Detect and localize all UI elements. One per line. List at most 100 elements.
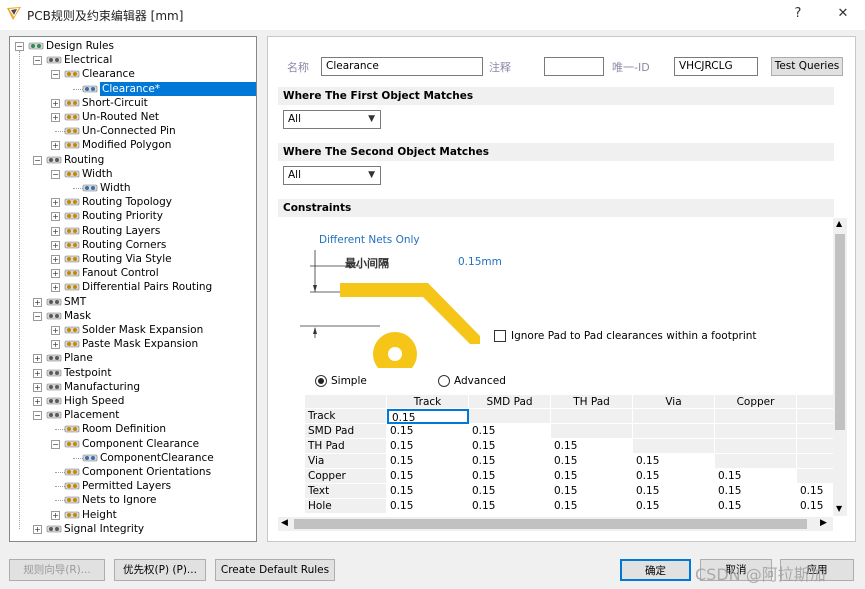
test-queries-button[interactable]: Test Queries bbox=[771, 57, 843, 76]
tree-item[interactable]: Un-Connected Pin bbox=[10, 124, 256, 138]
scroll-left-icon[interactable]: ◀ bbox=[281, 518, 288, 528]
expand-icon[interactable]: + bbox=[51, 212, 60, 222]
tree-item[interactable]: − Routing bbox=[10, 153, 256, 167]
matrix-cell[interactable]: 0.15 bbox=[387, 439, 469, 454]
tree-item[interactable]: − Mask bbox=[10, 309, 256, 323]
scroll-right-icon[interactable]: ▶ bbox=[820, 518, 827, 528]
matrix-cell[interactable]: 0.15 bbox=[633, 469, 715, 484]
matrix-cell[interactable]: 0.15 bbox=[469, 424, 551, 439]
vertical-scroll-thumb[interactable] bbox=[835, 234, 845, 430]
constraints-vertical-scrollbar[interactable]: ▲ ▼ bbox=[833, 218, 847, 516]
tree-item[interactable]: + Plane bbox=[10, 351, 256, 365]
horizontal-scroll-thumb[interactable] bbox=[294, 519, 807, 529]
collapse-icon[interactable]: − bbox=[33, 155, 42, 165]
tree-item[interactable]: + Routing Priority bbox=[10, 209, 256, 223]
second-object-combo[interactable]: All ▼ bbox=[283, 166, 381, 185]
collapse-icon[interactable]: − bbox=[51, 169, 60, 179]
tree-item[interactable]: − Width bbox=[10, 167, 256, 181]
matrix-cell[interactable]: 0.15 bbox=[797, 499, 833, 514]
collapse-icon[interactable]: − bbox=[33, 311, 42, 321]
tree-item[interactable]: − Component Clearance bbox=[10, 437, 256, 451]
expand-icon[interactable]: + bbox=[51, 226, 60, 236]
expand-icon[interactable]: + bbox=[51, 269, 60, 279]
name-field[interactable]: Clearance bbox=[321, 57, 483, 76]
tree-item[interactable]: + Routing Corners bbox=[10, 238, 256, 252]
ignore-pad-checkbox[interactable] bbox=[494, 330, 506, 342]
scroll-down-icon[interactable]: ▼ bbox=[836, 504, 842, 513]
expand-icon[interactable]: + bbox=[51, 240, 60, 250]
rules-tree[interactable]: − Design Rules − Electrical − Clearance Cleara… bbox=[9, 36, 257, 542]
collapse-icon[interactable]: − bbox=[51, 70, 60, 80]
tree-item[interactable]: − Electrical bbox=[10, 53, 256, 67]
collapse-icon[interactable]: − bbox=[33, 411, 42, 421]
matrix-cell[interactable]: 0.15 bbox=[797, 484, 833, 499]
matrix-cell[interactable]: 0.15 bbox=[551, 469, 633, 484]
matrix-cell[interactable]: 0.15 bbox=[633, 499, 715, 514]
expand-icon[interactable]: + bbox=[51, 340, 60, 350]
expand-icon[interactable]: + bbox=[51, 141, 60, 151]
expand-icon[interactable]: + bbox=[51, 113, 60, 122]
simple-label[interactable]: Simple bbox=[331, 375, 367, 387]
tree-item[interactable]: + Routing Via Style bbox=[10, 252, 256, 266]
expand-icon[interactable]: + bbox=[33, 354, 42, 364]
ok-button[interactable]: 确定 bbox=[620, 559, 691, 581]
tree-item[interactable]: + Testpoint bbox=[10, 366, 256, 380]
matrix-cell[interactable]: 0.15 bbox=[469, 439, 551, 454]
matrix-cell[interactable]: 0.15 bbox=[469, 499, 551, 514]
scroll-up-icon[interactable]: ▲ bbox=[836, 219, 842, 228]
matrix-cell[interactable]: 0.15 bbox=[387, 499, 469, 514]
ignore-pad-label[interactable]: Ignore Pad to Pad clearances within a fo… bbox=[511, 330, 757, 342]
matrix-cell[interactable]: 0.15 bbox=[633, 484, 715, 499]
tree-item[interactable]: + Short-Circuit bbox=[10, 96, 256, 110]
tree-item[interactable]: ComponentClearance bbox=[10, 451, 256, 465]
expand-icon[interactable]: + bbox=[51, 283, 60, 293]
collapse-icon[interactable]: − bbox=[33, 56, 42, 66]
expand-icon[interactable]: + bbox=[51, 510, 60, 520]
expand-icon[interactable]: + bbox=[33, 368, 42, 378]
matrix-cell[interactable]: 0.15 bbox=[715, 499, 797, 514]
tree-item[interactable]: + Modified Polygon bbox=[10, 138, 256, 152]
tree-item[interactable]: + Fanout Control bbox=[10, 266, 256, 280]
rule-wizard-button[interactable]: 规则向导(R)... bbox=[9, 559, 105, 581]
tree-item[interactable]: + Manufacturing bbox=[10, 380, 256, 394]
matrix-cell[interactable]: 0.15 bbox=[715, 469, 797, 484]
expand-icon[interactable]: + bbox=[51, 98, 60, 108]
matrix-cell[interactable]: 0.15 bbox=[551, 439, 633, 454]
tree-item[interactable]: + Signal Integrity bbox=[10, 522, 256, 536]
help-button[interactable]: ? bbox=[789, 5, 807, 23]
tree-item[interactable]: Permitted Layers bbox=[10, 479, 256, 493]
expand-icon[interactable]: + bbox=[33, 524, 42, 534]
tree-item[interactable]: Nets to Ignore bbox=[10, 493, 256, 507]
tree-item[interactable]: + Solder Mask Expansion bbox=[10, 323, 256, 337]
matrix-cell[interactable]: 0.15 bbox=[633, 454, 715, 469]
expand-icon[interactable]: + bbox=[51, 255, 60, 264]
collapse-icon[interactable]: − bbox=[51, 439, 60, 449]
matrix-cell[interactable]: 0.15 bbox=[551, 454, 633, 469]
priorities-button[interactable]: 优先权(P) (P)... bbox=[114, 559, 206, 581]
matrix-cell[interactable]: 0.15 bbox=[387, 469, 469, 484]
expand-icon[interactable]: + bbox=[51, 326, 60, 335]
tree-item[interactable]: − Placement bbox=[10, 408, 256, 422]
tree-item[interactable]: Width bbox=[10, 181, 256, 195]
create-default-rules-button[interactable]: Create Default Rules bbox=[215, 559, 335, 581]
tree-item[interactable]: + Height bbox=[10, 508, 256, 522]
matrix-cell[interactable]: 0.15 bbox=[551, 499, 633, 514]
tree-item[interactable]: + High Speed bbox=[10, 394, 256, 408]
expand-icon[interactable]: + bbox=[33, 297, 42, 307]
constraints-horizontal-scrollbar[interactable]: ◀ ▶ bbox=[278, 517, 833, 531]
tree-item[interactable]: + Differential Pairs Routing bbox=[10, 280, 256, 294]
tree-item[interactable]: Component Orientations bbox=[10, 465, 256, 479]
unique-id-field[interactable]: VHCJRCLG bbox=[674, 57, 758, 76]
matrix-cell[interactable]: 0.15 bbox=[387, 484, 469, 499]
collapse-icon[interactable]: − bbox=[15, 42, 24, 51]
expand-icon[interactable]: + bbox=[33, 382, 42, 392]
matrix-cell[interactable]: 0.15 bbox=[469, 469, 551, 484]
tree-item[interactable]: − Design Rules bbox=[10, 39, 256, 53]
advanced-radio[interactable] bbox=[438, 375, 450, 387]
first-object-combo[interactable]: All ▼ bbox=[283, 110, 381, 129]
matrix-cell[interactable]: 0.15 bbox=[387, 454, 469, 469]
tree-item[interactable]: Room Definition bbox=[10, 422, 256, 436]
advanced-label[interactable]: Advanced bbox=[454, 375, 506, 387]
matrix-cell[interactable]: 0.15 bbox=[469, 454, 551, 469]
comment-field[interactable] bbox=[544, 57, 604, 76]
